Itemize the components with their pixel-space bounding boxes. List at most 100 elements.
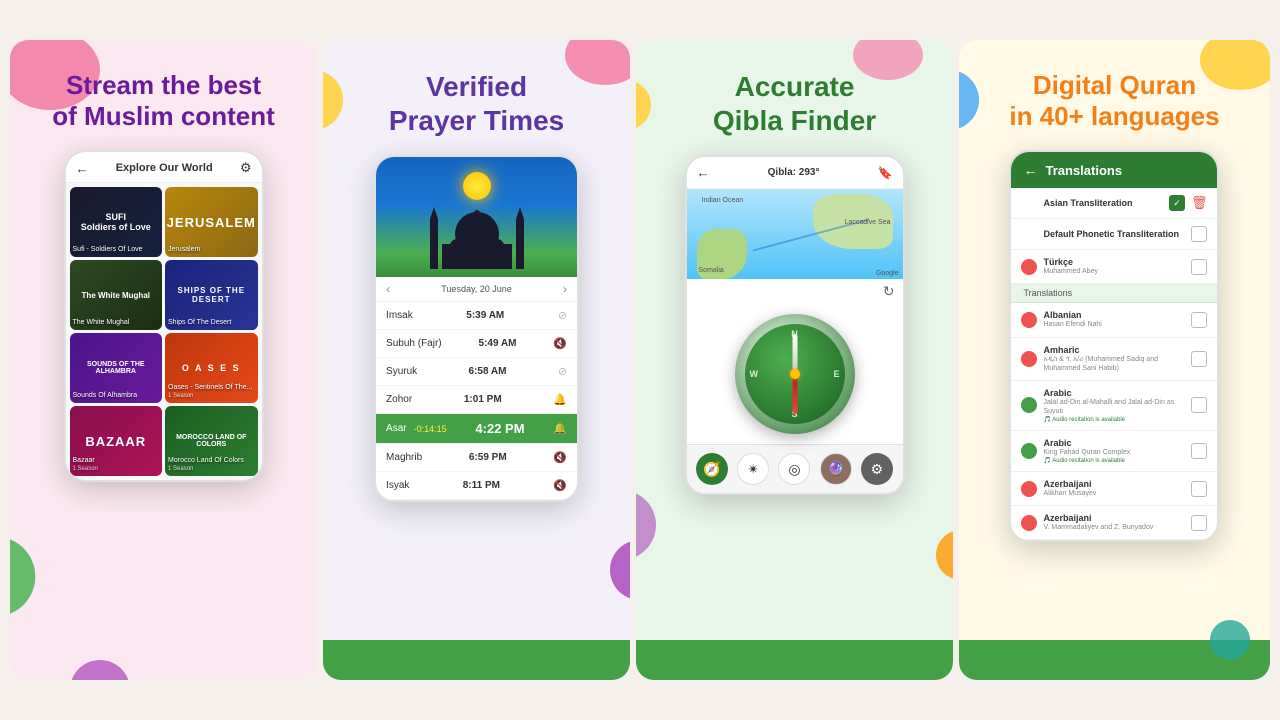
trans-delete-asian[interactable]: 🗑 [1191,195,1208,211]
prayer-row-zohor[interactable]: Zohor 1:01 PM 🔔 [376,386,577,414]
prev-date-btn[interactable]: ‹ [386,282,390,296]
quran-phone-header: ← Translations [1011,152,1217,188]
video-thumb-bazaar[interactable]: BAZAAR Bazaar1 Season [70,406,163,476]
trans-text-albanian: Albanian Hasan Efendi Nahi [1043,310,1185,329]
qibla-tool-star[interactable]: ✴ [737,453,769,485]
deco-qibla-purple [636,490,656,560]
prayer-phone: ‹ Tuesday, 20 June › Imsak 5:39 AM ⊘ Sub… [374,155,579,502]
prayer-time-asar: 4:22 PM [475,421,524,436]
quran-header-title: Translations [1045,163,1205,178]
translations-section-label: Translations [1011,284,1217,303]
video-grid: SUFISoldiers of Love Sufi - Soldiers Of … [66,183,262,480]
video-thumb-ships[interactable]: SHIPS OF THE DESERT Ships Of The Desert [165,260,258,330]
qibla-tool-dial[interactable]: ◎ [778,453,810,485]
trans-check-azerbaijani1[interactable] [1191,481,1207,497]
qibla-tool-brown[interactable]: 🔮 [820,453,852,485]
trans-check-albanian[interactable] [1191,312,1207,328]
deco-purple-bottom [70,660,130,680]
trans-text-arabic2: Arabic King Fahad Quran Complex 🎵 Audio … [1043,438,1185,464]
map-label-ocean: Indian Ocean [702,197,744,204]
prayer-title: Verified Prayer Times [389,70,564,137]
trans-row-arabic1[interactable]: Arabic Jalal ad-Din al-Mahalli and Jalal… [1011,381,1217,431]
qibla-bookmark-icon[interactable]: 🔖 [878,166,893,180]
trans-row-asian[interactable]: Asian Transliteration ✓ 🗑 [1011,188,1217,219]
video-thumb-jerusalem[interactable]: JERUSALEM Jerusalem [165,187,258,257]
trans-flag-azerbaijani2 [1021,515,1037,531]
prayer-time-imsak: 5:39 AM [466,310,504,321]
trans-row-amharic[interactable]: Amharic አዲስ & ጎ, አ/ሪ (Muhammed Sadiq and… [1011,338,1217,381]
prayer-icon-syuruk: ⊘ [558,365,567,378]
prayer-name-isyak: Isyak [386,480,409,491]
trans-row-azerbaijani1[interactable]: Azerbaijani Alikhan Musayev [1011,472,1217,506]
prayer-icon-fajr: 🔇 [553,337,567,350]
qibla-tool-settings[interactable]: ⚙ [861,453,893,485]
deco-yellow [323,70,343,130]
deco-quran-teal [1210,620,1250,660]
trans-row-phonetic[interactable]: Default Phonetic Transliteration [1011,219,1217,250]
main-container: Stream the best of Muslim content ← Expl… [10,40,1270,680]
stream-title: Stream the best of Muslim content [52,70,274,132]
menu-icon[interactable]: ⚙ [240,160,252,176]
prayer-date: Tuesday, 20 June [441,284,512,294]
next-date-btn[interactable]: › [563,282,567,296]
prayer-hero [376,157,577,277]
trans-check-phonetic[interactable] [1191,226,1207,242]
stream-panel: Stream the best of Muslim content ← Expl… [10,40,317,680]
prayer-time-zohor: 1:01 PM [464,394,502,405]
trans-flag-asian [1021,195,1037,211]
video-thumb-oases[interactable]: O A S E S Oases - Sentinels Of The...1 S… [165,333,258,403]
qibla-tool-compass[interactable]: 🧭 [696,453,728,485]
qibla-phone-header: ← Qibla: 293° 🔖 [687,157,903,189]
trans-check-arabic2[interactable] [1191,443,1207,459]
prayer-row-maghrib[interactable]: Maghrib 6:59 PM 🔇 [376,444,577,472]
prayer-time-isyak: 8:11 PM [463,480,500,491]
prayer-row-isyak[interactable]: Isyak 8:11 PM 🔇 [376,472,577,500]
prayer-name-imsak: Imsak [386,310,413,321]
trans-text-asian: Asian Transliteration [1043,198,1162,208]
prayer-row-asar[interactable]: Asar -0:14:15 4:22 PM 🔔 [376,414,577,444]
qibla-header-title: Qibla: 293° [768,167,820,178]
trans-row-turkce[interactable]: Türkçe Muhammed Abey [1011,250,1217,284]
mosque-svg [412,199,542,269]
trans-check-asian[interactable]: ✓ [1169,195,1185,211]
trans-check-azerbaijani2[interactable] [1191,515,1207,531]
sun-icon [463,172,491,200]
trans-check-arabic1[interactable] [1191,397,1207,413]
trans-row-albanian[interactable]: Albanian Hasan Efendi Nahi [1011,303,1217,337]
prayer-name-maghrib: Maghrib [386,452,422,463]
video-thumb-morocco[interactable]: MOROCCO LAND OF COLORS Morocco Land Of C… [165,406,258,476]
prayer-row-syuruk[interactable]: Syuruk 6:58 AM ⊘ [376,358,577,386]
trans-row-arabic2[interactable]: Arabic King Fahad Quran Complex 🎵 Audio … [1011,431,1217,472]
prayer-name-asar: Asar [386,423,407,434]
video-thumb-mughal[interactable]: The White Mughal The White Mughal [70,260,163,330]
prayer-time-syuruk: 6:58 AM [469,366,507,377]
prayer-time-fajr: 5:49 AM [478,338,516,349]
video-thumb-sufi[interactable]: SUFISoldiers of Love Sufi - Soldiers Of … [70,187,163,257]
compass-dot [790,369,800,379]
prayer-row-imsak[interactable]: Imsak 5:39 AM ⊘ [376,302,577,330]
qibla-back-icon[interactable]: ← [697,165,710,180]
trans-text-arabic1: Arabic Jalal ad-Din al-Mahalli and Jalal… [1043,388,1185,423]
deco-qibla-orange [936,530,953,580]
compass-needle-north [792,334,797,374]
prayer-panel: Verified Prayer Times [323,40,630,680]
prayer-icon-maghrib: 🔇 [553,451,567,464]
back-arrow-icon[interactable]: ← [76,161,89,176]
trans-check-amharic[interactable] [1191,351,1207,367]
trans-row-azerbaijani2[interactable]: Azerbaijani V. Mammadaliyev and Z. Bunya… [1011,506,1217,540]
trans-text-azerbaijani1: Azerbaijani Alikhan Musayev [1043,479,1185,498]
trans-flag-azerbaijani1 [1021,481,1037,497]
trans-flag-arabic2 [1021,443,1037,459]
prayer-row-fajr[interactable]: Subuh (Fajr) 5:49 AM 🔇 [376,330,577,358]
qibla-title: Accurate Qibla Finder [713,70,876,137]
prayer-name-fajr: Subuh (Fajr) [386,338,442,349]
deco-pink-top [565,40,630,85]
arabic1-audio-badge: 🎵 Audio recitation is available [1043,416,1185,423]
video-thumb-alhambra[interactable]: SOUNDS OF THE ALHAMBRA Sounds Of Alhambr… [70,333,163,403]
stream-phone-title: Explore Our World [116,162,213,174]
prayer-icon-zohor: 🔔 [553,393,567,406]
quran-back-icon[interactable]: ← [1023,162,1037,178]
refresh-icon[interactable]: ↻ [883,283,895,300]
trans-text-phonetic: Default Phonetic Transliteration [1043,229,1185,239]
trans-check-turkce[interactable] [1191,259,1207,275]
